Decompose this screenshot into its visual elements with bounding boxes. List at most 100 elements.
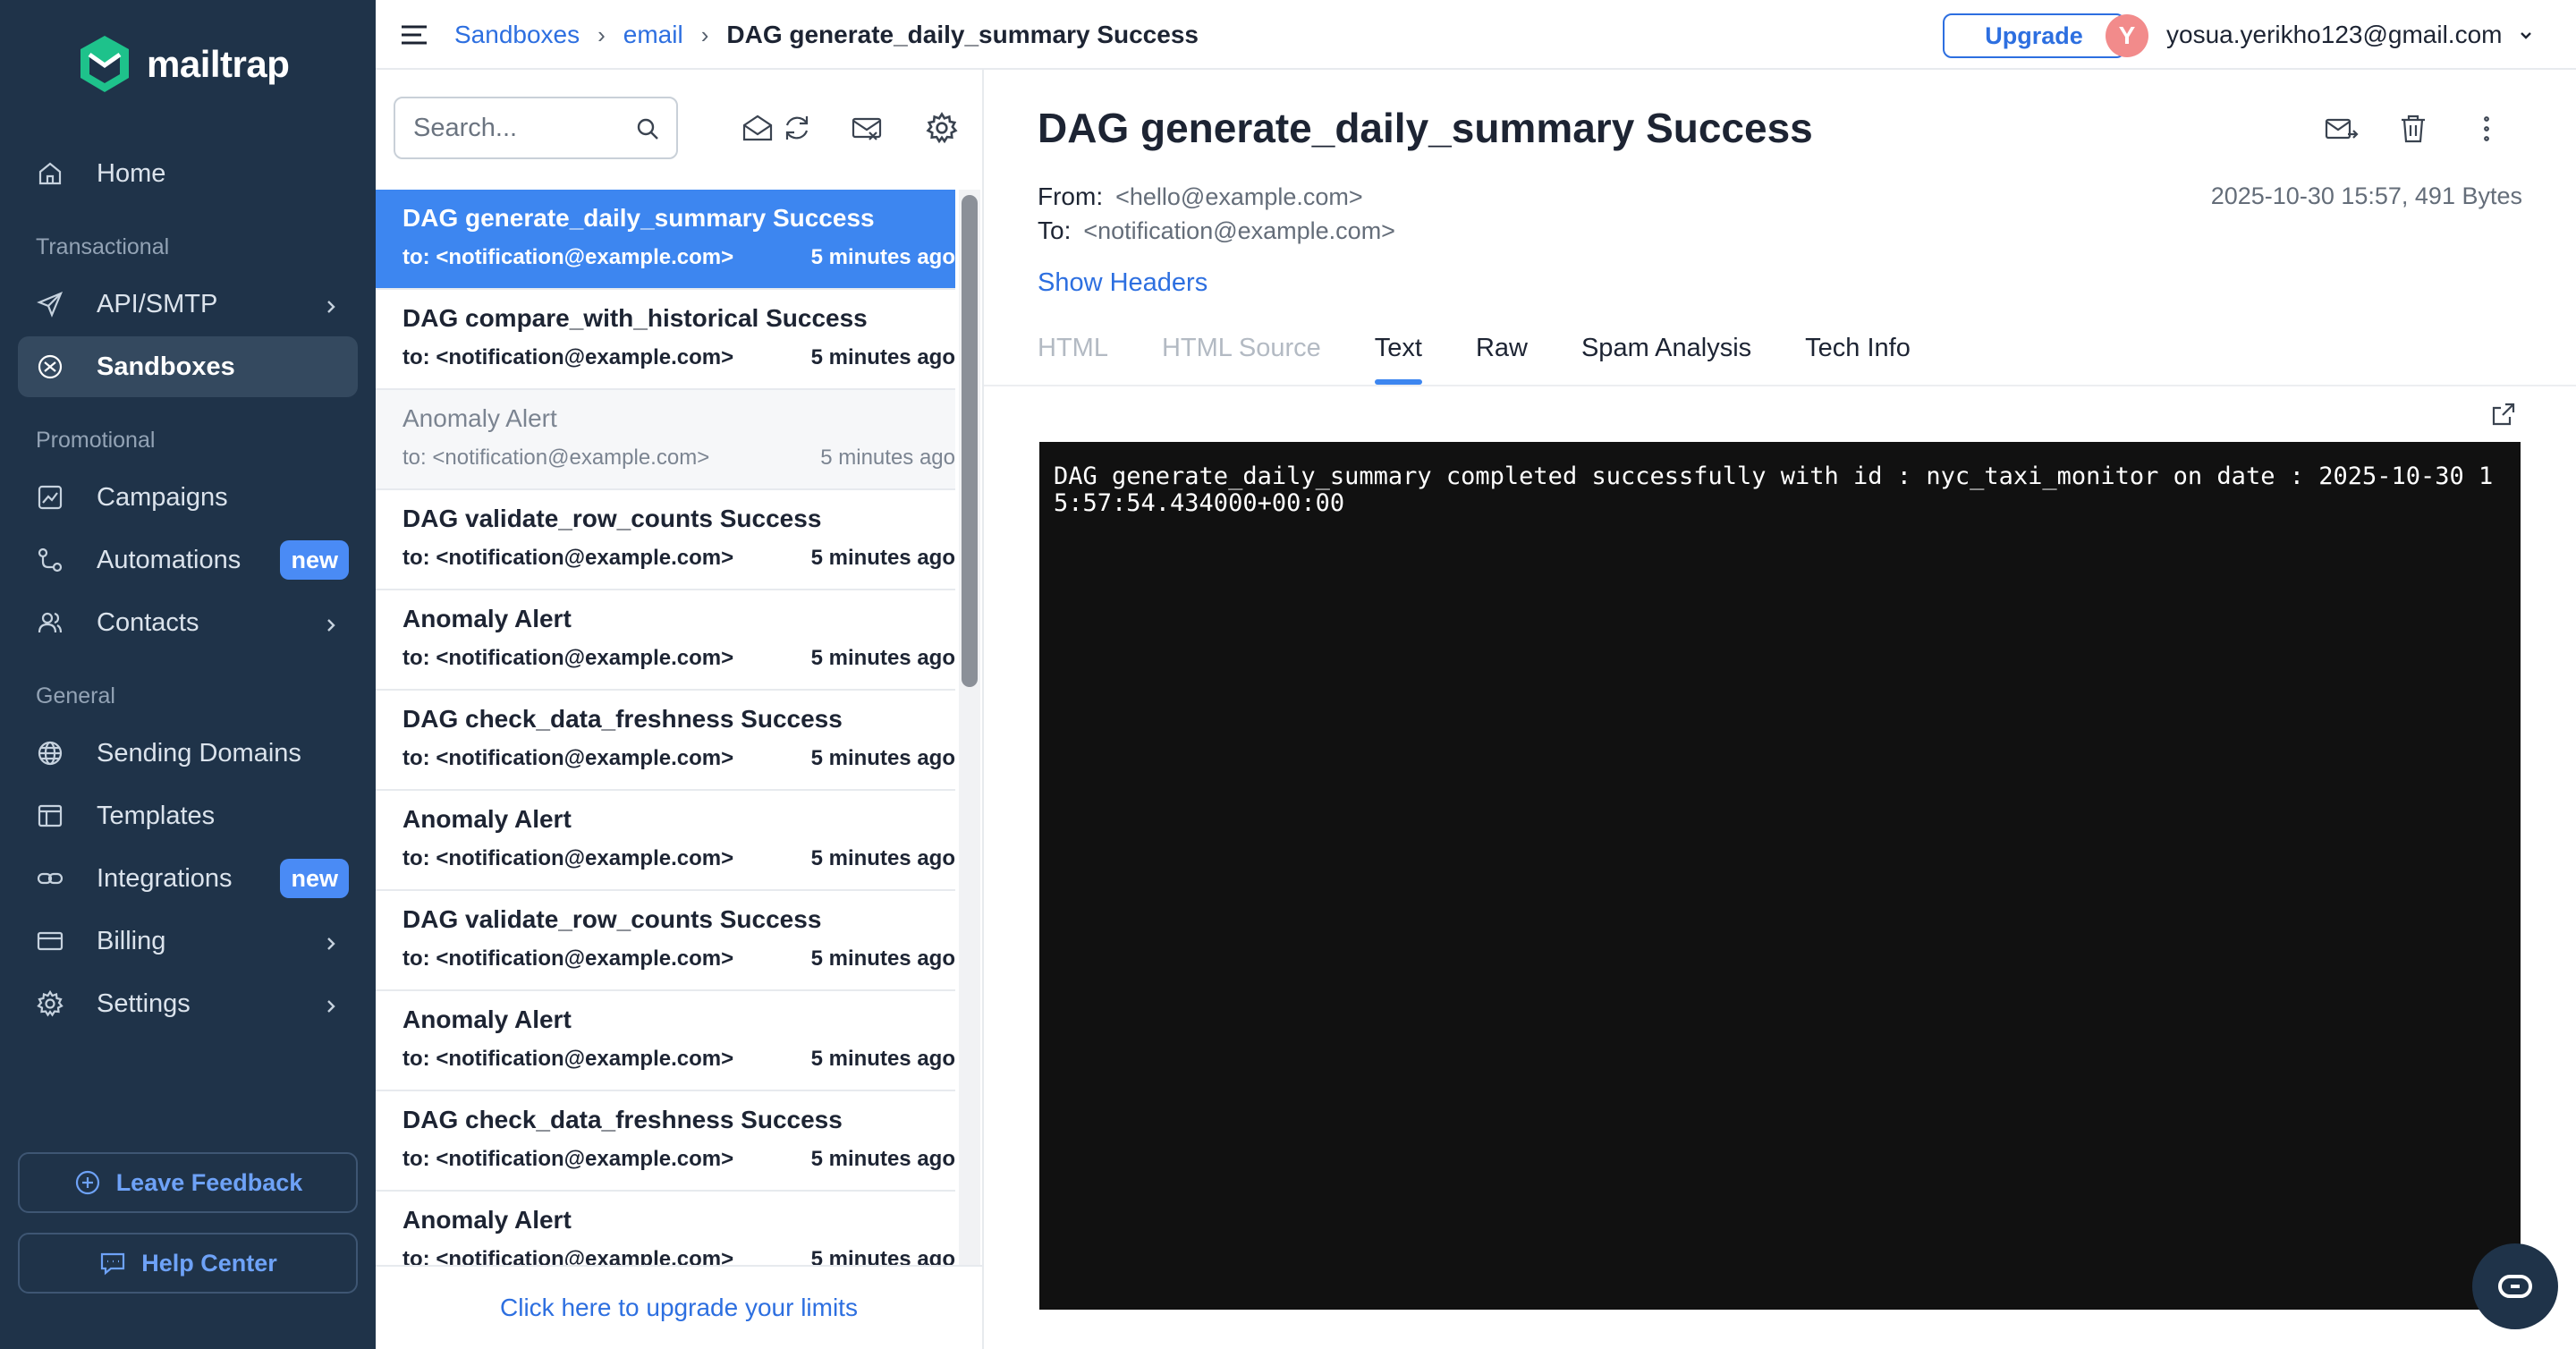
more-vertical-icon[interactable] <box>2469 111 2504 147</box>
message-item[interactable]: Anomaly Alert to: <notification@example.… <box>376 590 955 691</box>
tab-raw[interactable]: Raw <box>1476 311 1528 385</box>
message-title: DAG generate_daily_summary Success <box>1038 105 1813 151</box>
sidebar-item-campaigns[interactable]: Campaigns <box>18 467 358 528</box>
message-item[interactable]: DAG check_data_freshness Success to: <no… <box>376 1091 955 1192</box>
message-item[interactable]: Anomaly Alert to: <notification@example.… <box>376 991 955 1091</box>
hamburger-menu-icon[interactable] <box>399 20 429 50</box>
message-subject: DAG generate_daily_summary Success <box>402 204 875 232</box>
breadcrumb-separator: › <box>597 21 606 48</box>
sidebar-item-label: Contacts <box>97 607 199 637</box>
view-tabs: HTML HTML Source Text Raw Spam Analysis … <box>1038 311 1964 385</box>
search-placeholder: Search... <box>413 113 518 142</box>
message-subject: DAG validate_row_counts Success <box>402 905 822 933</box>
message-list-scrollbar[interactable] <box>959 190 980 1265</box>
leave-feedback-button[interactable]: Leave Feedback <box>18 1152 358 1213</box>
globe-icon <box>34 737 66 769</box>
sidebar-item-sending-domains[interactable]: Sending Domains <box>18 723 358 784</box>
mailtrap-logo[interactable]: mailtrap <box>77 32 290 97</box>
chevron-right-icon <box>322 612 340 632</box>
gear-icon[interactable] <box>925 111 959 145</box>
refresh-icon[interactable] <box>780 111 814 145</box>
sandbox-icon <box>34 351 66 383</box>
section-label-transactional: Transactional <box>36 234 170 259</box>
message-item[interactable]: Anomaly Alert to: <notification@example.… <box>376 1192 955 1265</box>
message-recipient: to: <notification@example.com> <box>402 1047 734 1071</box>
sidebar-item-contacts[interactable]: Contacts <box>18 592 358 653</box>
sidebar-item-label: Settings <box>97 988 191 1018</box>
sidebar-item-api-smtp[interactable]: API/SMTP <box>18 274 358 335</box>
message-subject: Anomaly Alert <box>402 605 572 632</box>
sidebar-item-home[interactable]: Home <box>18 143 358 204</box>
message-item[interactable]: DAG generate_daily_summary Success to: <… <box>376 190 955 290</box>
message-item[interactable]: Anomaly Alert to: <notification@example.… <box>376 390 955 490</box>
to-value: <notification@example.com> <box>1083 217 1395 244</box>
chevron-right-icon <box>322 930 340 950</box>
message-item[interactable]: DAG validate_row_counts Success to: <not… <box>376 490 955 590</box>
tab-spam-analysis[interactable]: Spam Analysis <box>1581 311 1751 385</box>
sidebar-item-label: Billing <box>97 926 166 955</box>
message-list-panel: Search... DAG generate_daily_summary Suc… <box>376 70 984 1349</box>
message-recipient: to: <notification@example.com> <box>402 1147 734 1171</box>
tab-text[interactable]: Text <box>1374 311 1423 385</box>
sidebar-item-label: Automations <box>97 545 242 574</box>
chat-bubble-icon <box>101 1252 125 1276</box>
message-recipient: to: <notification@example.com> <box>402 345 734 369</box>
message-recipient: to: <notification@example.com> <box>402 846 734 870</box>
search-icon[interactable] <box>635 116 660 141</box>
template-icon <box>34 800 66 832</box>
message-subject: Anomaly Alert <box>402 1005 572 1033</box>
search-input[interactable]: Search... <box>394 97 678 159</box>
message-item[interactable]: DAG validate_row_counts Success to: <not… <box>376 891 955 991</box>
sidebar-item-label: Integrations <box>97 863 233 893</box>
message-subject: Anomaly Alert <box>402 805 572 833</box>
message-subject: Anomaly Alert <box>402 404 557 432</box>
upgrade-button[interactable]: Upgrade <box>1943 13 2125 58</box>
message-time: 5 minutes ago <box>810 245 955 269</box>
sidebar-item-label: API/SMTP <box>97 289 218 318</box>
message-subject: DAG validate_row_counts Success <box>402 505 822 532</box>
message-recipient: to: <notification@example.com> <box>402 546 734 570</box>
tab-tech-info[interactable]: Tech Info <box>1805 311 1911 385</box>
sidebar-item-sandboxes[interactable]: Sandboxes <box>18 336 358 397</box>
sidebar-item-billing[interactable]: Billing <box>18 911 358 971</box>
sidebar-item-integrations[interactable]: Integrations new <box>18 848 358 909</box>
upgrade-limits-link[interactable]: Click here to upgrade your limits <box>376 1265 982 1349</box>
message-item[interactable]: DAG compare_with_historical Success to: … <box>376 290 955 390</box>
message-item[interactable]: DAG check_data_freshness Success to: <no… <box>376 691 955 791</box>
tab-html-source[interactable]: HTML Source <box>1162 311 1321 385</box>
message-recipient: to: <notification@example.com> <box>402 646 734 670</box>
sidebar-item-settings[interactable]: Settings <box>18 973 358 1034</box>
external-link-icon[interactable] <box>2490 401 2517 428</box>
sidebar-item-templates[interactable]: Templates <box>18 785 358 846</box>
sidebar-item-automations[interactable]: Automations new <box>18 530 358 590</box>
from-row: From: <hello@example.com> <box>1038 182 1363 211</box>
mark-read-icon[interactable] <box>741 111 775 145</box>
message-item[interactable]: Anomaly Alert to: <notification@example.… <box>376 791 955 891</box>
breadcrumb-email[interactable]: email <box>623 21 683 49</box>
clear-inbox-icon[interactable] <box>850 111 884 145</box>
message-detail: DAG generate_daily_summary Success From:… <box>984 70 2576 1349</box>
section-label-general: General <box>36 683 115 708</box>
help-center-button[interactable]: Help Center <box>18 1233 358 1294</box>
chevron-right-icon <box>322 993 340 1013</box>
tab-html[interactable]: HTML <box>1038 311 1108 385</box>
forward-email-icon[interactable] <box>2324 111 2360 147</box>
scrollbar-thumb[interactable] <box>962 195 978 687</box>
from-value: <hello@example.com> <box>1115 183 1363 210</box>
avatar[interactable]: Y <box>2106 14 2148 57</box>
workflow-icon <box>34 544 66 576</box>
user-email[interactable]: yosua.yerikho123@gmail.com <box>2166 0 2502 70</box>
trash-icon[interactable] <box>2395 111 2431 147</box>
breadcrumb-sandboxes[interactable]: Sandboxes <box>454 21 580 49</box>
message-subject: Anomaly Alert <box>402 1206 572 1234</box>
tabs-divider <box>984 385 2576 386</box>
support-chat-button[interactable] <box>2472 1243 2558 1329</box>
sidebar-item-label: Home <box>97 158 166 188</box>
show-headers-link[interactable]: Show Headers <box>1038 268 1208 298</box>
message-time: 5 minutes ago <box>810 1247 955 1265</box>
help-center-label: Help Center <box>141 1249 277 1277</box>
gear-icon <box>34 988 66 1020</box>
message-recipient: to: <notification@example.com> <box>402 245 734 269</box>
chevron-down-icon[interactable] <box>2517 27 2535 45</box>
message-time: 5 minutes ago <box>810 1047 955 1071</box>
